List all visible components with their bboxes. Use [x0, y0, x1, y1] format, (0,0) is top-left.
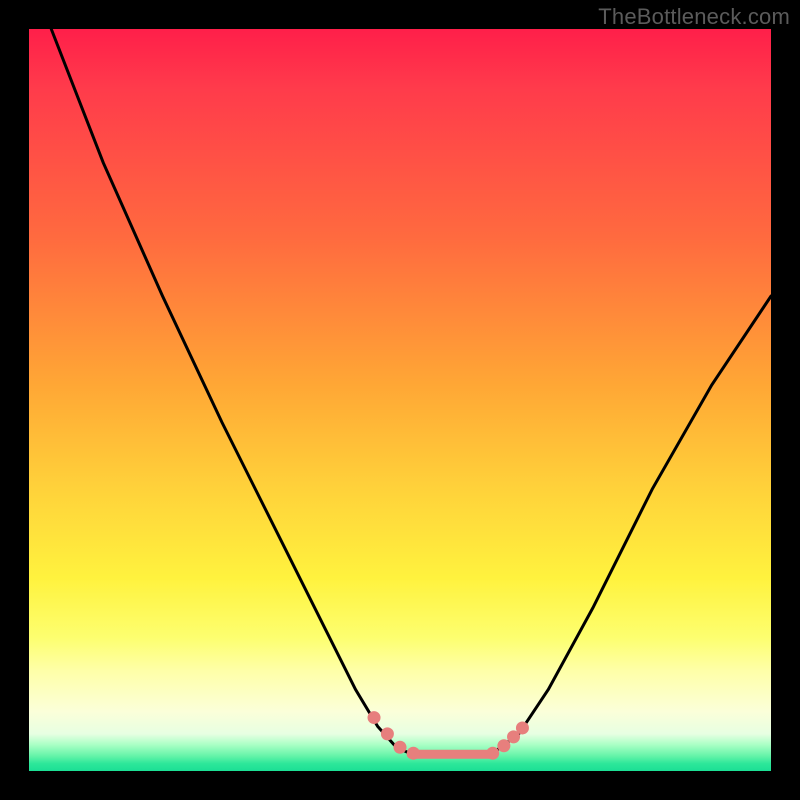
data-marker [394, 741, 407, 754]
bottleneck-curve [51, 29, 771, 756]
data-marker [486, 747, 499, 760]
plot-area [29, 29, 771, 771]
chart-svg [29, 29, 771, 771]
data-marker [407, 747, 420, 760]
data-marker [368, 711, 381, 724]
watermark-text: TheBottleneck.com [598, 4, 790, 30]
data-marker [381, 727, 394, 740]
data-marker [497, 739, 510, 752]
data-marker [516, 721, 529, 734]
curve-layer [51, 29, 771, 756]
outer-frame: TheBottleneck.com [0, 0, 800, 800]
